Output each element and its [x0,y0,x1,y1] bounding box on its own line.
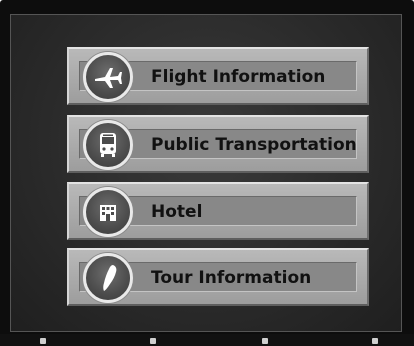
taiwan-map-icon [83,253,133,303]
bezel-marker [262,338,268,344]
airplane-icon [83,52,133,102]
bezel-marker [40,338,46,344]
bus-icon [83,120,133,170]
public-transportation-label: Public Transportation [151,135,357,155]
flight-information-label: Flight Information [151,67,326,87]
kiosk-frame: Flight Information Public Transportation [0,0,414,346]
flight-information-button[interactable]: Flight Information [67,47,369,105]
hotel-button[interactable]: Hotel [67,182,369,240]
bezel-marker [150,338,156,344]
bezel-bottom [0,334,414,346]
kiosk-screen: Flight Information Public Transportation [10,14,402,332]
hotel-icon [83,187,133,237]
bezel-marker [372,338,378,344]
tour-information-label: Tour Information [151,268,312,288]
public-transportation-button[interactable]: Public Transportation [67,115,369,173]
tour-information-button[interactable]: Tour Information [67,248,369,306]
hotel-label: Hotel [151,202,203,222]
